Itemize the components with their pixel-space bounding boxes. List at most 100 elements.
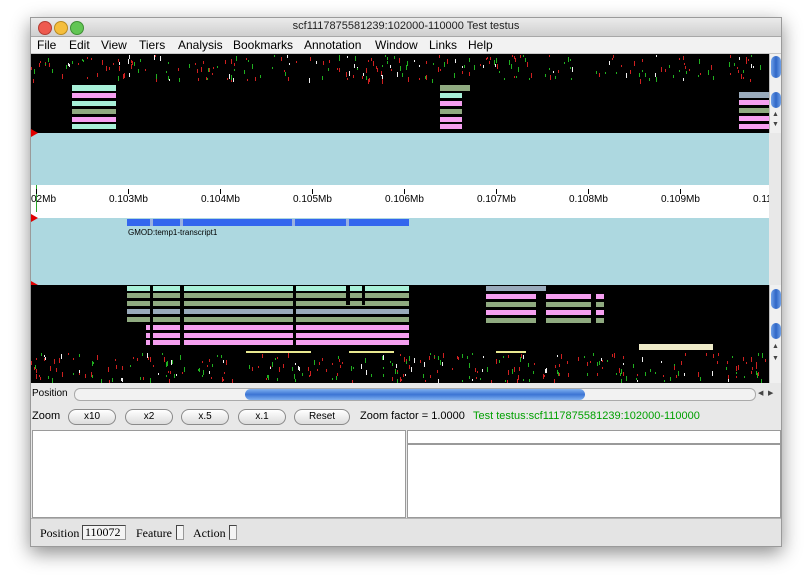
feature-block[interactable] (127, 301, 409, 306)
position-scrollbar-thumb[interactable] (245, 389, 585, 400)
scroll-down-arrow-icon[interactable]: ▼ (772, 121, 779, 128)
feature-block[interactable] (440, 93, 462, 98)
feature-block[interactable] (739, 116, 769, 121)
feature-block[interactable] (72, 124, 116, 129)
intron-gap (180, 219, 183, 226)
hit-tick (134, 62, 135, 66)
feature-block[interactable] (146, 340, 409, 345)
gap-column (346, 285, 350, 305)
menu-window[interactable]: Window (375, 38, 418, 52)
feature-block[interactable] (72, 93, 116, 98)
scroll-right-arrow-icon[interactable]: ▶ (768, 389, 773, 397)
detail-header-panel[interactable] (407, 430, 781, 444)
reverse-strand-results-track[interactable] (31, 54, 769, 133)
scrollbar-thumb[interactable] (771, 92, 781, 108)
hit-tick (332, 378, 333, 380)
scroll-up-arrow-icon[interactable]: ▲ (772, 111, 779, 118)
hit-tick (599, 73, 600, 77)
hit-tick (578, 357, 579, 361)
feature-block[interactable] (639, 344, 713, 350)
feature-block[interactable] (246, 351, 311, 353)
zoom-reset-button[interactable]: Reset (294, 409, 350, 425)
feature-block[interactable] (496, 351, 526, 353)
hit-tick (323, 61, 324, 65)
scroll-left-arrow-icon[interactable]: ◀ (758, 389, 763, 397)
menu-edit[interactable]: Edit (69, 38, 90, 52)
ruler-label: 0.108Mb (569, 194, 608, 205)
scroll-down-arrow-icon[interactable]: ▼ (772, 355, 779, 362)
feature-block[interactable] (486, 286, 546, 291)
menu-tiers[interactable]: Tiers (139, 38, 165, 52)
menu-analysis[interactable]: Analysis (178, 38, 223, 52)
ruler-label: 0.11M (753, 194, 769, 205)
hit-tick (68, 63, 69, 66)
feature-detail-panel[interactable] (32, 430, 406, 518)
reverse-annotation-tier[interactable] (31, 133, 769, 185)
feature-block[interactable] (127, 317, 409, 322)
hit-tick (310, 57, 311, 61)
feature-block[interactable] (739, 92, 769, 98)
hit-tick (614, 353, 615, 358)
feature-block[interactable] (146, 333, 409, 338)
feature-block[interactable] (739, 100, 769, 105)
hit-tick (743, 70, 744, 73)
ruler-label: 0.107Mb (477, 194, 516, 205)
hit-tick (91, 58, 92, 60)
feature-block[interactable] (127, 309, 409, 314)
menu-links[interactable]: Links (429, 38, 457, 52)
menu-annotation[interactable]: Annotation (304, 38, 361, 52)
bottom-track-scrollbar[interactable]: ▲ ▼ (769, 285, 781, 383)
hit-tick (292, 367, 293, 371)
coordinate-ruler[interactable]: 02Mb 0.103Mb 0.104Mb 0.105Mb 0.106Mb 0.1… (31, 185, 769, 218)
feature-block[interactable] (440, 109, 462, 114)
hit-tick (106, 66, 107, 71)
menu-file[interactable]: File (37, 38, 56, 52)
hit-tick (119, 66, 120, 71)
scroll-up-arrow-icon[interactable]: ▲ (772, 343, 779, 350)
hit-tick (150, 378, 151, 383)
hit-tick (549, 68, 550, 70)
transcript-feature[interactable] (127, 219, 409, 226)
feature-block[interactable] (440, 85, 470, 91)
hit-tick (626, 376, 627, 381)
menu-help[interactable]: Help (468, 38, 493, 52)
feature-block[interactable] (440, 117, 462, 122)
feature-block[interactable] (72, 85, 116, 91)
feature-block[interactable] (127, 293, 409, 298)
hit-tick (645, 372, 646, 376)
feature-block[interactable] (440, 124, 462, 129)
zoom-x-tenth-button[interactable]: x.1 (238, 409, 286, 425)
feature-block[interactable] (72, 117, 116, 122)
position-scrollbar[interactable] (74, 388, 756, 401)
feature-block[interactable] (440, 101, 462, 106)
feature-block[interactable] (146, 325, 409, 330)
hit-tick (706, 353, 707, 356)
scrollbar-thumb[interactable] (771, 289, 781, 309)
forward-strand-results-track[interactable] (31, 285, 769, 383)
hit-tick (503, 356, 504, 358)
feature-block[interactable] (739, 124, 769, 129)
top-track-scrollbar[interactable]: ▲ ▼ (769, 54, 781, 133)
zoom-x10-button[interactable]: x10 (68, 409, 116, 425)
menu-view[interactable]: View (101, 38, 127, 52)
zoom-x2-button[interactable]: x2 (125, 409, 173, 425)
feature-block[interactable] (349, 351, 394, 353)
hit-tick (462, 66, 463, 68)
scrollbar-thumb[interactable] (771, 56, 781, 78)
hit-tick (496, 58, 497, 63)
hit-tick (232, 379, 233, 383)
scrollbar-thumb[interactable] (771, 323, 781, 339)
hit-tick (184, 367, 185, 372)
forward-annotation-tier[interactable]: GMOD:temp1-transcript1 (31, 218, 769, 285)
menu-bookmarks[interactable]: Bookmarks (233, 38, 293, 52)
feature-block[interactable] (72, 109, 116, 114)
hit-tick (160, 56, 161, 61)
ruler-label: 0.105Mb (293, 194, 332, 205)
zoom-x-half-button[interactable]: x.5 (181, 409, 229, 425)
hit-tick (482, 369, 483, 372)
hit-tick (371, 58, 372, 61)
feature-block[interactable] (72, 101, 116, 106)
detail-body-panel[interactable] (407, 444, 781, 518)
feature-block[interactable] (739, 108, 769, 113)
feature-block[interactable] (127, 286, 409, 291)
